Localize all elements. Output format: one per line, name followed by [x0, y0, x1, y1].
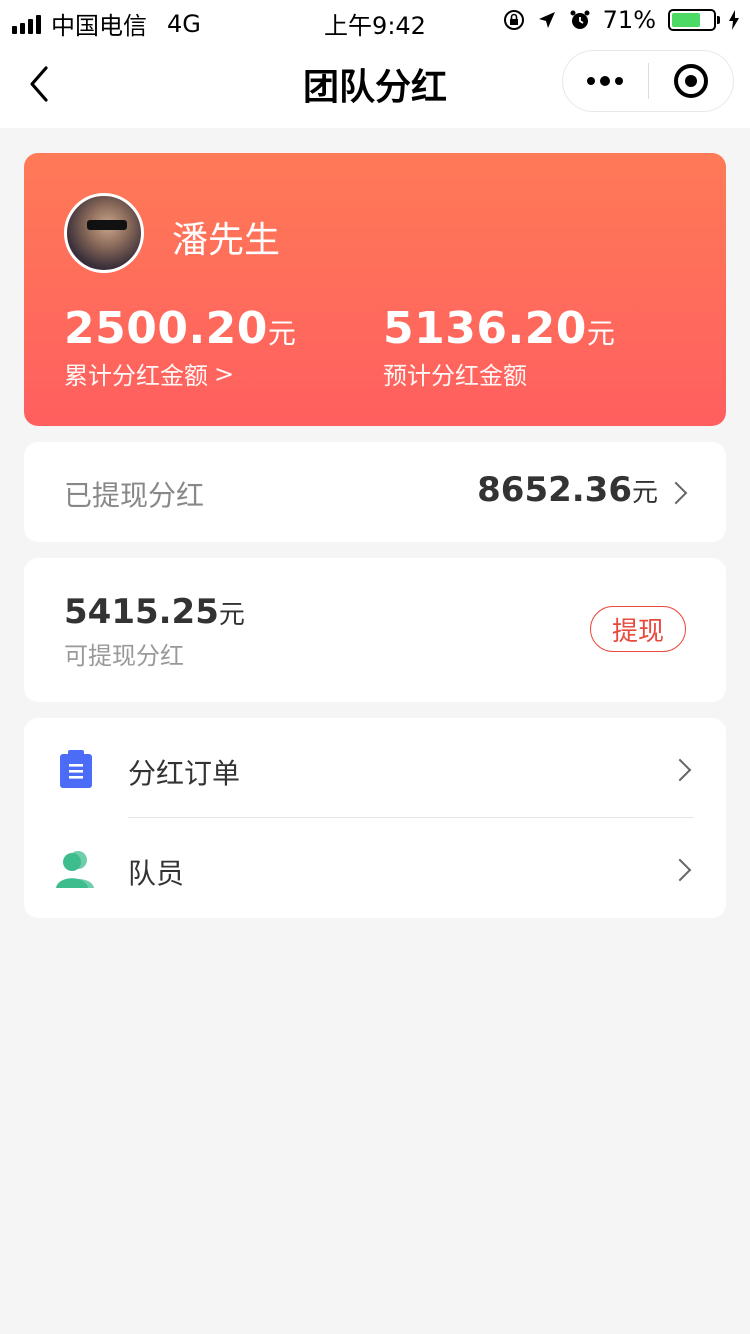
withdrawn-amount: 8652.36元: [477, 470, 658, 510]
target-circle-icon[interactable]: [649, 51, 734, 111]
menu-item-label: 队员: [128, 857, 185, 890]
chevron-right-icon: [668, 858, 692, 882]
chevron-right-icon: >: [214, 359, 235, 388]
charging-bolt-icon: [729, 10, 739, 30]
team-members-icon: [56, 851, 94, 888]
location-arrow-icon: [538, 12, 555, 28]
alarm-icon: [570, 10, 590, 29]
withdrawn-label: 已提现分红: [64, 479, 205, 512]
menu-item-team-members[interactable]: 队员: [24, 818, 726, 918]
battery-percent: 71%: [602, 6, 656, 34]
withdraw-button[interactable]: 提现: [590, 606, 686, 652]
more-dots-icon[interactable]: [563, 51, 648, 111]
status-right: 71%: [503, 6, 740, 34]
expected-dividend-label: 预计分红金额: [383, 362, 527, 390]
total-dividend-value: 2500.20: [64, 303, 268, 354]
available-value: 5415.25: [64, 592, 219, 632]
total-dividend[interactable]: 2500.20元 累计分红金额 >: [64, 303, 296, 391]
menu-item-dividend-orders[interactable]: 分红订单: [24, 718, 726, 818]
battery-fill: [672, 13, 701, 27]
available-dividend-card: 5415.25元 可提现分红 提现: [24, 558, 726, 702]
avatar: [64, 193, 144, 273]
rotation-lock-icon: [503, 10, 524, 30]
battery-icon: [668, 9, 720, 31]
withdrawn-dividend-row[interactable]: 已提现分红 8652.36元: [24, 442, 726, 542]
available-unit: 元: [218, 600, 245, 630]
dividend-summary-card: 潘先生 2500.20元 累计分红金额 > 5136.20元 预计分红金额: [24, 153, 726, 426]
available-label: 可提现分红: [64, 642, 184, 670]
status-bar: 中国电信 4G 上午9:42 71%: [0, 0, 750, 40]
clipboard-icon: [60, 750, 92, 788]
expected-dividend-value: 5136.20: [383, 303, 587, 354]
withdrawn-unit: 元: [631, 478, 658, 508]
nav-bar: 团队分红: [0, 40, 750, 128]
mini-program-capsule: [562, 50, 734, 112]
expected-dividend-unit: 元: [586, 317, 615, 350]
total-dividend-label: 累计分红金额: [64, 362, 208, 390]
withdrawn-value: 8652.36: [477, 470, 632, 510]
total-dividend-unit: 元: [267, 317, 296, 350]
menu-item-label: 分红订单: [128, 757, 241, 790]
chevron-right-icon: [668, 758, 692, 782]
available-amount: 5415.25元: [64, 592, 245, 632]
expected-dividend: 5136.20元 预计分红金额: [383, 303, 615, 391]
chevron-right-icon: [664, 481, 688, 505]
user-name: 潘先生: [172, 220, 281, 261]
menu-list: 分红订单 队员: [24, 718, 726, 918]
